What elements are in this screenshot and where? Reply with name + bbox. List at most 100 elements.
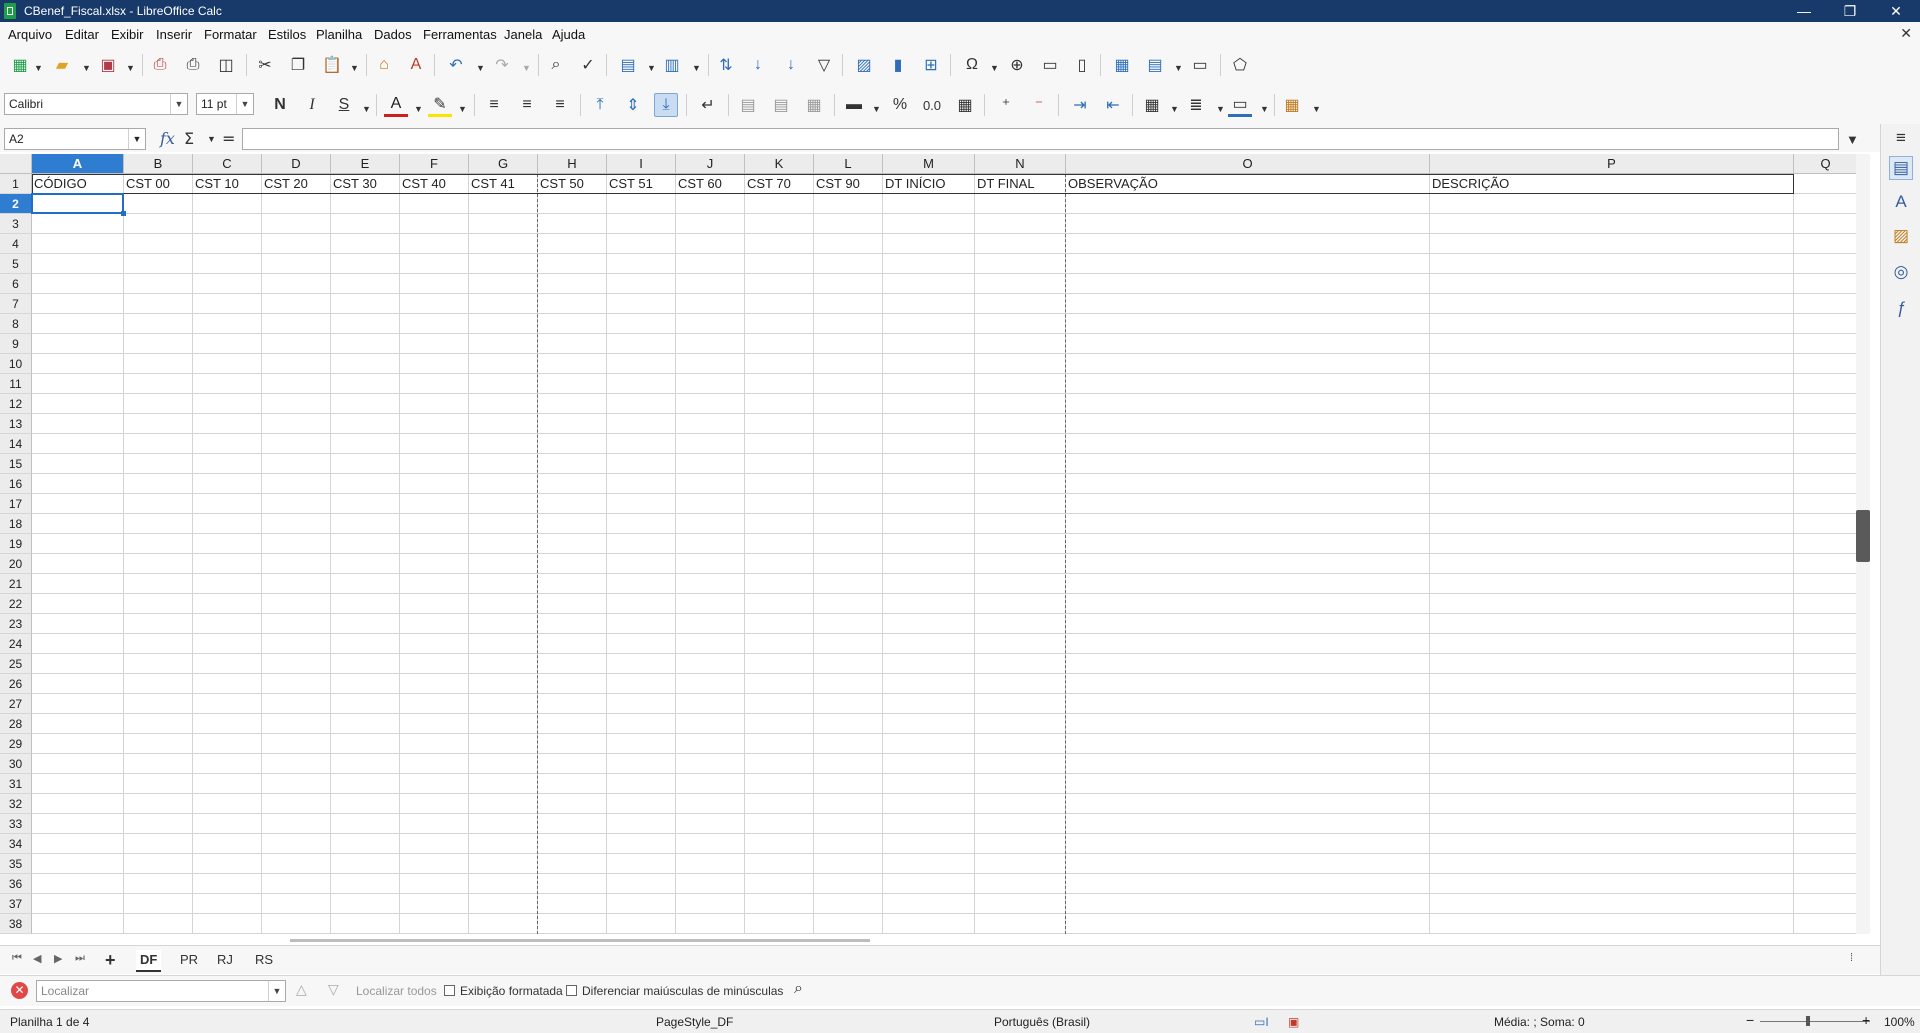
zoom-out-icon[interactable]: −	[1746, 1012, 1754, 1028]
open-folder-icon[interactable]: ▰	[50, 53, 74, 77]
row-header-20[interactable]: 20	[0, 554, 32, 574]
row-header-14[interactable]: 14	[0, 434, 32, 454]
match-case-checkbox[interactable]	[566, 985, 577, 996]
row-header-11[interactable]: 11	[0, 374, 32, 394]
merge-cells-icon[interactable]: ▤	[769, 93, 793, 117]
undo-icon[interactable]: ↶	[444, 53, 468, 77]
column-header-i[interactable]: I	[607, 154, 676, 174]
column-header-h[interactable]: H	[538, 154, 607, 174]
column-header-m[interactable]: M	[883, 154, 975, 174]
number-format-button[interactable]: 0.0	[920, 93, 944, 117]
align-center-icon[interactable]: ≡	[515, 93, 539, 117]
freeze-dropdown-icon[interactable]: ▼	[1174, 63, 1183, 73]
formula-input[interactable]	[242, 128, 1839, 150]
chevron-down-icon[interactable]: ▼	[268, 981, 285, 1001]
cell-cursor[interactable]	[31, 193, 126, 216]
sheet-tab-rj[interactable]: RJ	[213, 950, 237, 970]
font-name-combo[interactable]: Calibri ▼	[4, 93, 188, 115]
row-header-3[interactable]: 3	[0, 214, 32, 234]
formatted-display-checkbox[interactable]	[444, 985, 455, 996]
save-icon[interactable]: ▣	[96, 53, 120, 77]
row-header-19[interactable]: 19	[0, 534, 32, 554]
align-bottom-icon[interactable]: ⤓	[654, 93, 678, 117]
spelling-icon[interactable]: ✓	[576, 53, 600, 77]
column-header-c[interactable]: C	[193, 154, 262, 174]
save-dropdown-icon[interactable]: ▼	[126, 63, 135, 73]
menu-ajuda[interactable]: Ajuda	[552, 27, 585, 42]
border-style-icon[interactable]: ≣	[1184, 93, 1208, 117]
language-status[interactable]: Português (Brasil)	[994, 1015, 1090, 1029]
sheet-tab-pr[interactable]: PR	[176, 950, 202, 970]
show-draw-functions-icon[interactable]: ⬠	[1228, 53, 1252, 77]
row-header-32[interactable]: 32	[0, 794, 32, 814]
wrap-text-icon[interactable]: ↵	[696, 93, 720, 117]
undo-dropdown-icon[interactable]: ▼	[476, 63, 485, 73]
row-header-17[interactable]: 17	[0, 494, 32, 514]
comment-icon[interactable]: ▭	[1038, 53, 1062, 77]
split-window-icon[interactable]: ▭	[1188, 53, 1212, 77]
styles-icon[interactable]: A	[1889, 190, 1913, 214]
sidebar-menu-icon[interactable]: ≡	[1889, 126, 1913, 150]
decrease-indent-icon[interactable]: ⇤	[1101, 93, 1125, 117]
delete-decimal-icon[interactable]: ⁻	[1027, 93, 1051, 117]
sheet-tab-rs[interactable]: RS	[251, 950, 277, 970]
menu-editar[interactable]: Editar	[65, 27, 99, 42]
clear-formatting-icon[interactable]: A	[404, 53, 428, 77]
formula-icon[interactable]: =	[222, 129, 235, 148]
maximize-button[interactable]: ❐	[1827, 0, 1873, 22]
merge-center-icon[interactable]: ▤	[736, 93, 760, 117]
zoom-level[interactable]: 100%	[1884, 1015, 1915, 1029]
sum-dropdown-icon[interactable]: ▼	[207, 134, 216, 144]
sidebar-collapse-handle[interactable]	[1856, 510, 1870, 562]
insert-image-icon[interactable]: ▨	[852, 53, 876, 77]
zoom-in-icon[interactable]: +	[1862, 1012, 1870, 1028]
menu-inserir[interactable]: Inserir	[156, 27, 192, 42]
define-print-area-icon[interactable]: ▦	[1110, 53, 1134, 77]
header-footer-icon[interactable]: ▯	[1070, 53, 1094, 77]
row-header-21[interactable]: 21	[0, 574, 32, 594]
menu-ferramentas[interactable]: Ferramentas	[423, 27, 497, 42]
selection-mode-icon[interactable]: ▭I	[1254, 1015, 1269, 1029]
row-header-16[interactable]: 16	[0, 474, 32, 494]
row-header-33[interactable]: 33	[0, 814, 32, 834]
menu-formatar[interactable]: Formatar	[204, 27, 257, 42]
align-right-icon[interactable]: ≡	[548, 93, 572, 117]
percent-format-button[interactable]: %	[888, 93, 912, 117]
row-header-30[interactable]: 30	[0, 754, 32, 774]
redo-icon[interactable]: ↷	[490, 53, 514, 77]
properties-icon[interactable]: ▤	[1889, 156, 1913, 180]
column-header-b[interactable]: B	[124, 154, 193, 174]
navigator-icon[interactable]: ◎	[1889, 260, 1913, 284]
new-dropdown-icon[interactable]: ▼	[34, 63, 43, 73]
functions-icon[interactable]: ƒ	[1889, 296, 1913, 320]
column-dropdown-icon[interactable]: ▼	[692, 63, 701, 73]
border-color-dropdown-icon[interactable]: ▼	[1260, 104, 1269, 114]
bold-button[interactable]: N	[268, 93, 292, 117]
gallery-icon[interactable]: ▨	[1889, 224, 1913, 248]
clone-formatting-icon[interactable]: ⌂	[372, 53, 396, 77]
font-size-combo[interactable]: 11 pt ▼	[196, 93, 254, 115]
increase-indent-icon[interactable]: ⇥	[1068, 93, 1092, 117]
paste-icon[interactable]: 📋	[320, 53, 344, 77]
column-header-n[interactable]: N	[975, 154, 1066, 174]
row-header-12[interactable]: 12	[0, 394, 32, 414]
menu-dados[interactable]: Dados	[374, 27, 412, 42]
sort-descending-icon[interactable]: ↓	[779, 53, 803, 77]
column-header-f[interactable]: F	[400, 154, 469, 174]
row-header-18[interactable]: 18	[0, 514, 32, 534]
row-header-1[interactable]: 1	[0, 174, 32, 194]
find-replace-icon[interactable]: ⌕	[794, 980, 803, 998]
column-header-o[interactable]: O	[1066, 154, 1430, 174]
row-header-36[interactable]: 36	[0, 874, 32, 894]
align-left-icon[interactable]: ≡	[482, 93, 506, 117]
chevron-down-icon[interactable]: ▼	[170, 94, 187, 114]
chevron-down-icon[interactable]: ▼	[236, 94, 253, 114]
cut-icon[interactable]: ✂	[253, 53, 277, 77]
next-sheet-icon[interactable]: ▶	[54, 952, 62, 965]
column-header-l[interactable]: L	[814, 154, 883, 174]
row-header-9[interactable]: 9	[0, 334, 32, 354]
row-header-7[interactable]: 7	[0, 294, 32, 314]
row-header-5[interactable]: 5	[0, 254, 32, 274]
find-previous-icon[interactable]: △	[296, 981, 307, 998]
find-replace-icon[interactable]: ⌕	[544, 53, 568, 77]
